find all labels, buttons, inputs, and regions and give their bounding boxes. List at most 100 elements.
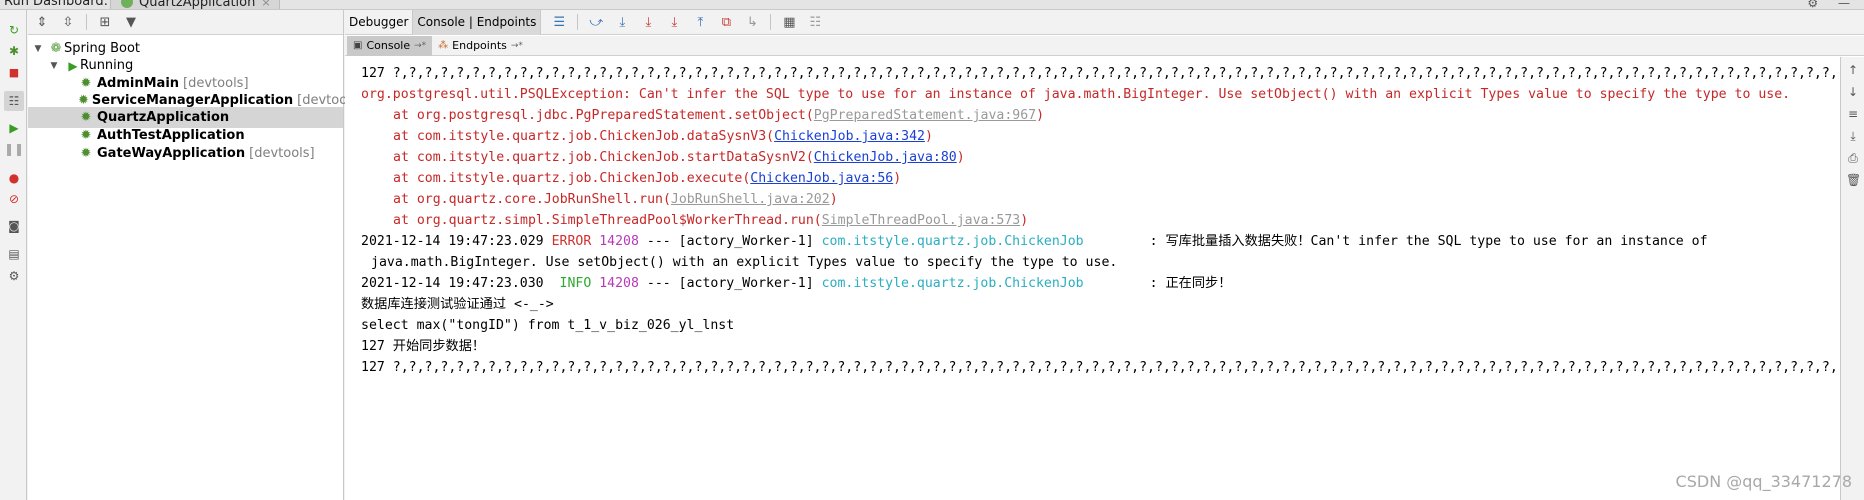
run-to-cursor-icon[interactable]: ↳ — [744, 15, 760, 30]
subtab-label: Endpoints — [452, 39, 507, 52]
frame-suffix: ) — [1020, 213, 1029, 228]
stack-frame: at com.itstyle.quartz.job.ChickenJob.dat… — [361, 126, 1835, 147]
drop-frame-icon[interactable]: ⧉ — [718, 15, 734, 30]
debug-icon[interactable]: ● — [6, 170, 22, 186]
close-icon[interactable]: × — [261, 0, 270, 9]
collapse-all-icon[interactable]: ⇳ — [60, 15, 76, 30]
run-dashboard-label: Run Dashboard: — [4, 0, 108, 9]
app-name: QuartzApplication — [97, 110, 230, 125]
mute-breakpoints-icon[interactable]: ⊘ — [6, 191, 22, 207]
up-arrow-icon[interactable]: ↑ — [1846, 63, 1860, 77]
frame-suffix: ) — [893, 171, 902, 186]
trace-icon[interactable]: ☷ — [807, 15, 823, 30]
group-icon[interactable]: ☷ — [4, 91, 24, 111]
force-step-into-icon[interactable]: ⤓ — [666, 15, 682, 30]
endpoints-icon: ⁂ — [438, 40, 449, 51]
tab-quartz-application[interactable]: QuartzApplication × — [110, 0, 280, 9]
camera-icon[interactable]: ◙ — [6, 218, 22, 234]
log-pid: 14208 — [599, 276, 639, 291]
console-line: 127 ?,?,?,?,?,?,?,?,?,?,?,?,?,?,?,?,?,?,… — [361, 360, 1835, 375]
frame-suffix: ) — [956, 150, 965, 165]
source-link[interactable]: SimpleThreadPool.java:573 — [822, 213, 1021, 228]
chevron-down-icon[interactable]: ▼ — [48, 61, 60, 71]
tab-console-endpoints[interactable]: Console | Endpoints — [413, 9, 542, 35]
step-into-icon[interactable]: ⤓ — [640, 15, 656, 30]
console-pane: Debugger Console | Endpoints ☰ ⤻ ⤓ ⤓ ⤓ ⤒… — [345, 9, 1864, 500]
subtab-label: Console — [366, 39, 411, 52]
console-output[interactable]: 127 ?,?,?,?,?,?,?,?,?,?,?,?,?,?,?,?,?,?,… — [345, 57, 1835, 500]
log-line-error: 2021-12-14 19:47:23.029 ERROR 14208 --- … — [361, 231, 1835, 252]
spring-app-icon: ✹ — [80, 146, 92, 161]
step-out-icon[interactable]: ⤒ — [692, 15, 708, 30]
app-name: ServiceManagerApplication — [91, 93, 294, 108]
frame-suffix: ) — [1036, 108, 1045, 123]
print-icon[interactable]: ⎙ — [1846, 151, 1860, 166]
log-separator: --- — [646, 234, 671, 249]
subtab-console[interactable]: ▣ Console →* — [347, 35, 433, 56]
tree-node-gateway[interactable]: ✹ GateWayApplication [devtools] — [28, 143, 343, 164]
log-timestamp: 2021-12-14 19:47:23.030 — [361, 276, 544, 291]
app-name: AuthTestApplication — [97, 128, 245, 143]
source-link[interactable]: JobRunShell.java:202 — [671, 192, 830, 207]
log-logger: com.itstyle.quartz.job.ChickenJob — [821, 234, 1084, 249]
console-toolbar: Debugger Console | Endpoints ☰ ⤻ ⤓ ⤓ ⤓ ⤒… — [345, 9, 1864, 35]
devtools-tag: [devtools] — [249, 146, 315, 161]
toolbar-divider — [770, 14, 772, 30]
title-bar: Run Dashboard: QuartzApplication × ⚙ — — [0, 0, 1864, 10]
log-timestamp: 2021-12-14 19:47:23.029 — [361, 234, 544, 249]
spring-app-icon: ✹ — [78, 93, 89, 108]
spring-app-icon: ✹ — [80, 76, 92, 91]
step-over-icon[interactable]: ⤓ — [614, 15, 630, 30]
source-link[interactable]: PgPreparedStatement.java:967 — [814, 108, 1036, 123]
tab-debugger[interactable]: Debugger — [345, 9, 414, 35]
rerun-icon[interactable]: ↻ — [6, 22, 22, 38]
devtools-tag: [devtools] — [183, 76, 249, 91]
spring-restart-icon[interactable]: ✱ — [6, 43, 22, 59]
frame-suffix: ) — [829, 192, 838, 207]
app-name: AdminMain — [97, 76, 180, 91]
left-toolbar: ↻ ✱ ■ ☷ ▶ ❚❚ ● ⊘ ◙ ▤ ⚙ — [0, 10, 27, 500]
run-icon: ▶ — [68, 58, 78, 73]
settings-icon[interactable]: ⚙ — [6, 268, 22, 284]
filter-icon[interactable]: ▼ — [123, 15, 139, 30]
group-by-icon[interactable]: ⊞ — [97, 15, 113, 30]
exception-line: org.postgresql.util.PSQLException: Can't… — [361, 87, 1791, 102]
console-line: select max("tongID") from t_1_v_biz_026_… — [361, 318, 735, 333]
source-link[interactable]: ChickenJob.java:56 — [750, 171, 893, 186]
run-icon[interactable]: ▶ — [6, 120, 22, 136]
clear-all-icon[interactable]: 🗑 — [1846, 173, 1861, 187]
console-actions: ☰ ⤻ ⤓ ⤓ ⤓ ⤒ ⧉ ↳ ▦ ☷ — [541, 14, 823, 30]
soft-wrap-icon[interactable]: ≡ — [1846, 107, 1860, 121]
console-line: 数据库连接测试验证通过 <-_-> — [361, 297, 554, 312]
window-controls[interactable]: ⚙ — — [1807, 0, 1858, 9]
menu-icon[interactable]: ☰ — [551, 15, 567, 30]
layout-icon[interactable]: ▤ — [6, 246, 22, 262]
frame-text: at org.postgresql.jdbc.PgPreparedStateme… — [393, 108, 814, 123]
tree-node-label: Spring Boot — [64, 41, 141, 56]
frame-text: at com.itstyle.quartz.job.ChickenJob.exe… — [393, 171, 751, 186]
frame-text: at com.itstyle.quartz.job.ChickenJob.sta… — [393, 150, 814, 165]
chevron-down-icon[interactable]: ▼ — [32, 44, 44, 54]
console-line: 127 开始同步数据！ — [361, 339, 486, 354]
scroll-to-end-icon[interactable]: ⤓ — [1846, 129, 1860, 144]
spring-app-icon: ✹ — [80, 110, 92, 125]
expand-all-icon[interactable]: ⇕ — [34, 15, 50, 30]
pause-icon[interactable]: ❚❚ — [4, 141, 24, 157]
toolbar-divider — [577, 14, 579, 30]
source-link[interactable]: ChickenJob.java:80 — [814, 150, 957, 165]
console-subtabs: ▣ Console →* ⁂ Endpoints →* — [345, 35, 1864, 56]
log-level: INFO — [559, 276, 592, 291]
stop-icon[interactable]: ■ — [6, 64, 22, 80]
stack-frame: at org.postgresql.jdbc.PgPreparedStateme… — [361, 105, 1835, 126]
log-level: ERROR — [551, 234, 592, 249]
log-line-continuation: java.math.BigInteger. Use setObject() wi… — [361, 252, 1835, 273]
subtab-endpoints[interactable]: ⁂ Endpoints →* — [432, 36, 529, 56]
frame-text: at org.quartz.core.JobRunShell.run( — [393, 192, 671, 207]
evaluate-expression-icon[interactable]: ▦ — [781, 15, 797, 30]
log-thread: [actory_Worker-1] — [678, 276, 814, 291]
source-link[interactable]: ChickenJob.java:342 — [774, 129, 925, 144]
show-execution-point-icon[interactable]: ⤻ — [588, 15, 604, 30]
frame-text: at org.quartz.simpl.SimpleThreadPool$Wor… — [393, 213, 822, 228]
down-arrow-icon[interactable]: ↓ — [1846, 85, 1860, 99]
stack-frame: at org.quartz.simpl.SimpleThreadPool$Wor… — [361, 210, 1835, 231]
